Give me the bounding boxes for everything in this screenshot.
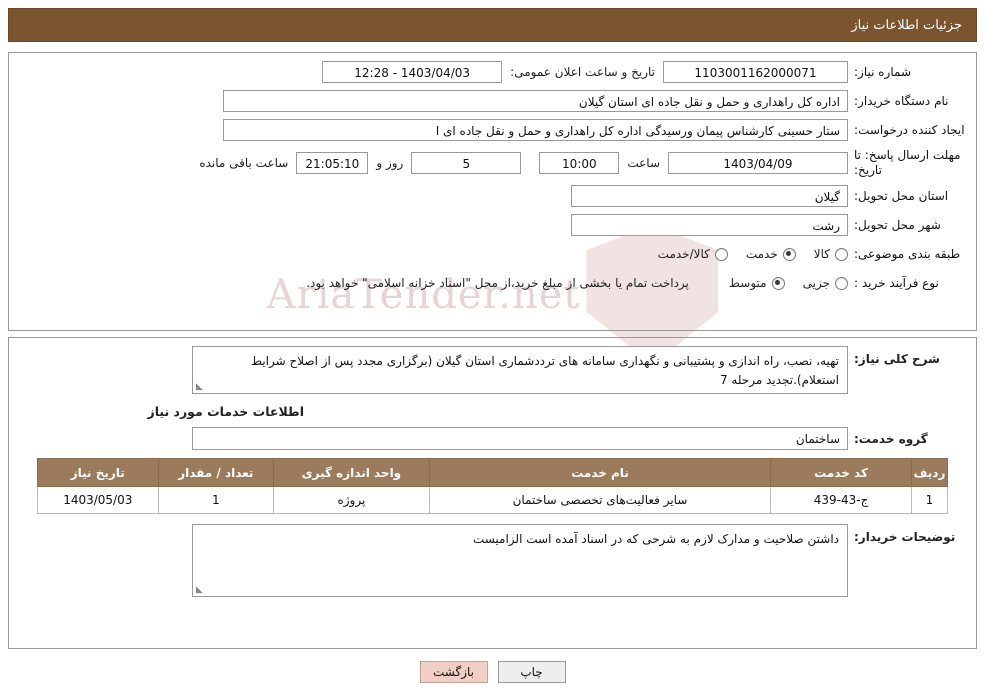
category-option-kala-label: کالا xyxy=(813,247,830,261)
buyer-org-value: اداره کل راهداری و حمل و نقل جاده ای است… xyxy=(223,90,848,112)
province-label: استان محل تحویل: xyxy=(854,188,949,203)
radio-icon xyxy=(782,247,796,261)
radio-icon xyxy=(771,276,785,290)
service-group-label: گروه خدمت: xyxy=(854,431,928,446)
row-buyer-org: نام دستگاه خریدار: اداره کل راهداری و حم… xyxy=(19,90,966,112)
city-value: رشت xyxy=(571,214,848,236)
details-panel: شرح کلی نیاز: تهیه، نصب، راه اندازی و پش… xyxy=(8,337,977,649)
footer-actions: چاپ بازگشت xyxy=(0,661,985,683)
print-button[interactable]: چاپ xyxy=(497,661,566,683)
deadline-hour: 10:00 xyxy=(539,152,620,174)
col-qty: تعداد / مقدار xyxy=(157,458,275,487)
services-table-wrapper: ردیف کد خدمت نام خدمت واحد اندازه گیری ت… xyxy=(19,458,966,514)
page-root: AriaTender.net جزئیات اطلاعات نیاز شماره… xyxy=(0,0,985,691)
category-label: طبقه بندی موضوعی: xyxy=(854,246,961,261)
buyer-notes-value: داشتن صلاحیت و مدارک لازم به شرحی که در … xyxy=(192,524,848,597)
remaining-suffix: ساعت باقی مانده xyxy=(199,156,289,170)
announce-datetime-value: 1403/04/03 - 12:28 xyxy=(322,61,503,83)
purchase-type-option-jozee-label: جزیی xyxy=(802,276,830,290)
row-purchase-type: نوع فرآیند خرید : جزیی متوسط پرداخت تمام… xyxy=(19,272,966,294)
page-header: جزئیات اطلاعات نیاز xyxy=(8,8,977,42)
back-button[interactable]: بازگشت xyxy=(419,661,488,683)
category-option-kala-khedmat[interactable]: کالا/خدمت xyxy=(658,247,728,261)
category-option-kala[interactable]: کالا xyxy=(814,247,848,261)
deadline-hour-label: ساعت xyxy=(627,156,660,170)
radio-icon xyxy=(714,247,728,261)
province-value: گیلان xyxy=(571,185,848,207)
row-deadline: مهلت ارسال پاسخ: تا تاریخ: 1403/04/09 سا… xyxy=(19,148,966,178)
service-group-value: ساختمان xyxy=(192,427,848,450)
resize-handle-icon[interactable]: ◢ xyxy=(196,382,206,392)
need-info-panel: شماره نیاز: 1103001162000071 تاریخ و ساع… xyxy=(8,52,977,331)
need-number-label: شماره نیاز: xyxy=(854,64,911,79)
need-number-value: 1103001162000071 xyxy=(663,61,848,83)
row-requester: ایجاد کننده درخواست: ستار حسینی کارشناس … xyxy=(19,119,966,141)
row-description: شرح کلی نیاز: تهیه، نصب، راه اندازی و پش… xyxy=(19,346,966,394)
purchase-type-option-motevaset[interactable]: متوسط xyxy=(729,276,785,290)
description-text: تهیه، نصب، راه اندازی و پشتیبانی و نگهدا… xyxy=(250,354,839,387)
cell-code: ج-43-439 xyxy=(770,486,912,514)
page-title: جزئیات اطلاعات نیاز xyxy=(851,17,962,33)
buyer-org-label: نام دستگاه خریدار: xyxy=(854,93,949,108)
remaining-days-label: روز و xyxy=(376,156,404,170)
row-city: شهر محل تحویل: رشت xyxy=(19,214,966,236)
cell-date: 1403/05/03 xyxy=(37,486,159,514)
requester-text: ستار حسینی کارشناس پیمان ورسیدگی اداره ک… xyxy=(435,124,840,138)
services-table: ردیف کد خدمت نام خدمت واحد اندازه گیری ت… xyxy=(37,458,949,514)
requester-label: ایجاد کننده درخواست: xyxy=(854,122,965,137)
cell-name: سایر فعالیت‌های تخصصی ساختمان xyxy=(428,486,772,514)
city-label: شهر محل تحویل: xyxy=(854,217,941,232)
resize-handle-icon[interactable]: ◢ xyxy=(196,585,206,595)
requester-value: ستار حسینی کارشناس پیمان ورسیدگی اداره ک… xyxy=(223,119,848,141)
buyer-notes-text: داشتن صلاحیت و مدارک لازم به شرحی که در … xyxy=(472,532,839,546)
table-header-row: ردیف کد خدمت نام خدمت واحد اندازه گیری ت… xyxy=(37,458,949,487)
cell-qty: 1 xyxy=(157,486,275,514)
description-value: تهیه، نصب، راه اندازی و پشتیبانی و نگهدا… xyxy=(192,346,848,394)
buyer-notes-label: توضیحات خریدار: xyxy=(854,530,956,544)
col-index: ردیف xyxy=(910,458,949,487)
col-name: نام خدمت xyxy=(428,458,772,487)
remaining-time: 21:05:10 xyxy=(296,152,369,174)
col-unit: واحد اندازه گیری xyxy=(273,458,430,487)
row-province: استان محل تحویل: گیلان xyxy=(19,185,966,207)
purchase-type-option-motevaset-label: متوسط xyxy=(728,276,767,290)
table-row: 1 ج-43-439 سایر فعالیت‌های تخصصی ساختمان… xyxy=(37,486,949,514)
radio-icon xyxy=(835,276,848,290)
category-option-khedmat-label: خدمت xyxy=(745,247,778,261)
row-buyer-notes: توضیحات خریدار: داشتن صلاحیت و مدارک لاز… xyxy=(19,524,966,597)
col-date: تاریخ نیاز xyxy=(37,458,159,487)
deadline-label: مهلت ارسال پاسخ: تا تاریخ: xyxy=(854,148,961,177)
cell-index: 1 xyxy=(910,486,949,514)
radio-icon xyxy=(835,247,848,261)
row-need-number: شماره نیاز: 1103001162000071 تاریخ و ساع… xyxy=(19,61,966,83)
row-service-group: گروه خدمت: ساختمان xyxy=(19,427,966,450)
col-code: کد خدمت xyxy=(770,458,912,487)
category-option-khedmat[interactable]: خدمت xyxy=(746,247,796,261)
cell-unit: پروژه xyxy=(273,486,430,514)
purchase-note: پرداخت تمام یا بخشی از مبلغ خرید،از محل … xyxy=(306,276,689,290)
announce-datetime-label: تاریخ و ساعت اعلان عمومی: xyxy=(510,65,655,79)
purchase-type-option-jozee[interactable]: جزیی xyxy=(803,276,848,290)
remaining-days: 5 xyxy=(411,152,522,174)
category-option-kala-khedmat-label: کالا/خدمت xyxy=(657,247,710,261)
deadline-date: 1403/04/09 xyxy=(668,152,848,174)
row-category: طبقه بندی موضوعی: کالا خدمت کالا/خدمت xyxy=(19,243,966,265)
description-label: شرح کلی نیاز: xyxy=(854,352,940,366)
services-section-title: اطلاعات خدمات مورد نیاز xyxy=(147,404,305,419)
purchase-type-label: نوع فرآیند خرید : xyxy=(854,275,939,290)
